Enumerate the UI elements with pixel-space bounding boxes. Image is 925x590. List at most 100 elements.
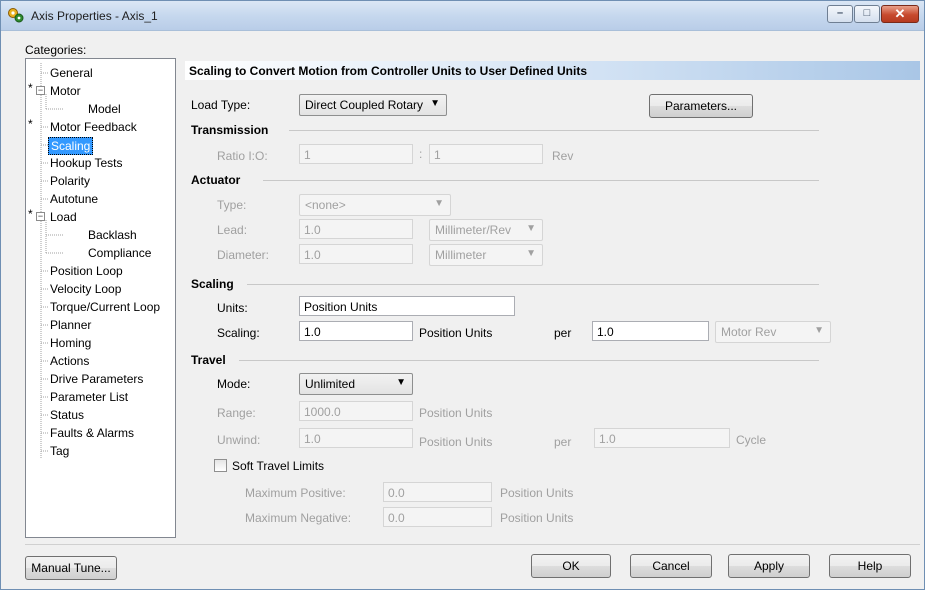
chevron-down-icon: ▼ (430, 98, 440, 109)
collapse-motor-icon[interactable]: − (36, 86, 45, 95)
travel-group-title: Travel (191, 353, 226, 367)
per-label: per (554, 326, 572, 340)
max-positive-field[interactable]: 0.0 (383, 482, 492, 502)
tree-item-faults-alarms[interactable]: Faults & Alarms (50, 425, 134, 441)
maximize-button[interactable]: □ (854, 5, 880, 23)
help-button[interactable]: Help (829, 554, 911, 578)
tree-item-scaling[interactable]: Scaling (48, 137, 94, 155)
collapse-load-icon[interactable]: − (36, 212, 45, 221)
ok-button[interactable]: OK (531, 554, 611, 578)
max-negative-label: Maximum Negative: (245, 511, 352, 525)
range-field[interactable]: 1000.0 (299, 401, 413, 421)
page-header: Scaling to Convert Motion from Controlle… (185, 61, 920, 80)
scaling-unit-label: Position Units (419, 326, 493, 340)
apply-button[interactable]: Apply (728, 554, 810, 578)
per-unit-value: Motor Rev (721, 325, 777, 339)
tree-item-general[interactable]: General (50, 65, 93, 81)
group-divider (247, 284, 819, 285)
actuator-type-value: <none> (305, 198, 346, 212)
ratio-separator: : (419, 147, 423, 161)
ratio-output-field[interactable]: 1 (429, 144, 543, 164)
scaling-field[interactable]: 1.0 (299, 321, 413, 341)
ratio-input-field[interactable]: 1 (299, 144, 413, 164)
tree-item-velocity-loop[interactable]: Velocity Loop (50, 281, 121, 297)
close-icon: ✕ (894, 6, 906, 21)
tree-item-backlash[interactable]: Backlash (88, 227, 137, 243)
tree-item-autotune[interactable]: Autotune (50, 191, 98, 207)
minimize-icon: – (836, 7, 844, 19)
load-type-label: Load Type: (191, 98, 251, 112)
tree-item-homing[interactable]: Homing (50, 335, 91, 351)
cancel-button[interactable]: Cancel (630, 554, 712, 578)
manual-tune-button[interactable]: Manual Tune... (25, 556, 117, 580)
ratio-label: Ratio I:O: (217, 149, 268, 163)
unwind-per-label: per (554, 435, 572, 449)
tree-item-tag[interactable]: Tag (50, 443, 69, 459)
parameters-button[interactable]: Parameters... (649, 94, 753, 118)
maximize-icon: □ (863, 7, 871, 19)
chevron-down-icon: ▼ (814, 325, 824, 336)
tree-item-polarity[interactable]: Polarity (50, 173, 90, 189)
tree-item-torque-current-loop[interactable]: Torque/Current Loop (50, 299, 160, 315)
tree-item-hookup-tests[interactable]: Hookup Tests (50, 155, 123, 171)
group-divider (289, 130, 819, 131)
soft-travel-limits-label: Soft Travel Limits (232, 459, 325, 473)
actuator-type-label: Type: (217, 198, 247, 212)
chevron-down-icon: ▼ (526, 248, 536, 259)
tree-item-model[interactable]: Model (88, 101, 121, 117)
load-type-dropdown[interactable]: Direct Coupled Rotary ▼ (299, 94, 447, 116)
tree-item-drive-parameters[interactable]: Drive Parameters (50, 371, 143, 387)
tree-item-position-loop[interactable]: Position Loop (50, 263, 123, 279)
unwind-per-field[interactable]: 1.0 (594, 428, 730, 448)
diameter-label: Diameter: (217, 248, 270, 262)
tree-item-planner[interactable]: Planner (50, 317, 91, 333)
tree-modified-marker: * (28, 207, 33, 221)
category-tree[interactable]: General * − Motor Model * Motor Feedback… (25, 58, 176, 538)
lead-unit-dropdown[interactable]: Millimeter/Rev ▼ (429, 219, 543, 241)
soft-travel-limits-checkbox[interactable] (214, 459, 227, 472)
load-type-value: Direct Coupled Rotary (305, 98, 424, 112)
diameter-unit-dropdown[interactable]: Millimeter ▼ (429, 244, 543, 266)
axis-app-icon (8, 8, 24, 23)
tree-item-status[interactable]: Status (50, 407, 84, 423)
tree-item-parameter-list[interactable]: Parameter List (50, 389, 128, 405)
diameter-unit-value: Millimeter (435, 248, 487, 262)
title-bar: Axis Properties - Axis_1 – □ ✕ (1, 1, 924, 31)
scaling-label: Scaling: (217, 326, 260, 340)
mode-label: Mode: (217, 377, 251, 391)
travel-mode-value: Unlimited (305, 377, 356, 391)
per-unit-dropdown[interactable]: Motor Rev ▼ (715, 321, 831, 343)
unwind-per-unit-label: Cycle (736, 433, 767, 447)
per-field[interactable]: 1.0 (592, 321, 709, 341)
units-field[interactable]: Position Units (299, 296, 515, 316)
unwind-unit-label: Position Units (419, 435, 493, 449)
lead-field[interactable]: 1.0 (299, 219, 413, 239)
diameter-field[interactable]: 1.0 (299, 244, 413, 264)
unwind-field[interactable]: 1.0 (299, 428, 413, 448)
range-label: Range: (217, 406, 256, 420)
chevron-down-icon: ▼ (526, 223, 536, 234)
window-title: Axis Properties - Axis_1 (31, 9, 158, 23)
travel-mode-dropdown[interactable]: Unlimited ▼ (299, 373, 413, 395)
unwind-label: Unwind: (217, 433, 261, 447)
range-unit-label: Position Units (419, 406, 493, 420)
categories-label: Categories: (25, 43, 87, 57)
tree-modified-marker: * (28, 117, 33, 131)
max-negative-field[interactable]: 0.0 (383, 507, 492, 527)
tree-item-compliance[interactable]: Compliance (88, 245, 151, 261)
actuator-type-dropdown[interactable]: <none> ▼ (299, 194, 451, 216)
tree-item-load[interactable]: Load (50, 209, 77, 225)
chevron-down-icon: ▼ (434, 198, 444, 209)
tree-modified-marker: * (28, 81, 33, 95)
tree-item-motor[interactable]: Motor (50, 83, 81, 99)
max-negative-unit-label: Position Units (500, 511, 574, 525)
close-button[interactable]: ✕ (881, 5, 919, 23)
tree-item-motor-feedback[interactable]: Motor Feedback (50, 119, 137, 135)
minimize-button[interactable]: – (827, 5, 853, 23)
scaling-group-title: Scaling (191, 277, 234, 291)
transmission-group-title: Transmission (191, 123, 269, 137)
chevron-down-icon: ▼ (396, 377, 406, 388)
tree-item-actions[interactable]: Actions (50, 353, 89, 369)
max-positive-label: Maximum Positive: (245, 486, 346, 500)
units-label: Units: (217, 301, 248, 315)
